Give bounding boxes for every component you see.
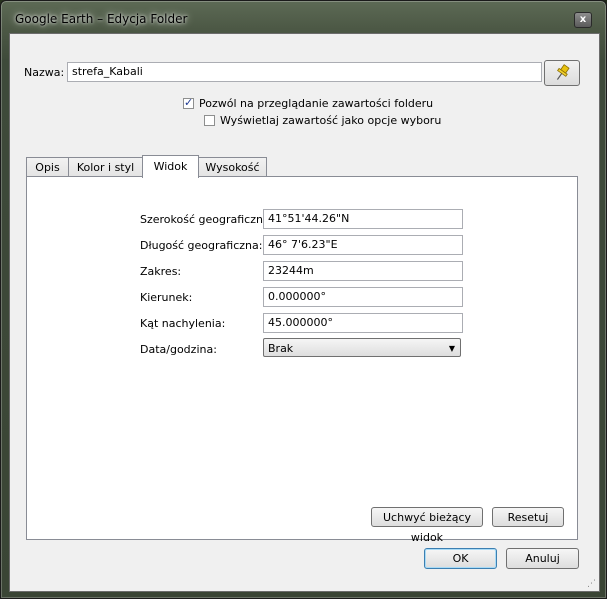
range-input[interactable]: 23244m — [263, 261, 463, 281]
close-button[interactable]: x — [574, 12, 592, 28]
allow-browse-checkbox[interactable] — [183, 96, 194, 109]
heading-label: Kierunek: — [140, 291, 193, 304]
datetime-label: Data/godzina: — [140, 343, 217, 356]
dialog-window: Google Earth – Edycja Folder x Nazwa: st… — [0, 0, 607, 599]
name-label: Nazwa: — [24, 66, 65, 79]
dialog-body: Nazwa: strefa_Kabali Pozwól na przegląda… — [9, 33, 600, 592]
show-as-options-option[interactable]: Wyświetlaj zawartość jako opcje wyboru — [204, 114, 441, 127]
cancel-button[interactable]: Anuluj — [506, 548, 579, 569]
tilt-label: Kąt nachylenia: — [140, 317, 226, 330]
tab-kolor-i-styl[interactable]: Kolor i styl — [68, 157, 143, 177]
window-title: Google Earth – Edycja Folder — [15, 12, 188, 26]
capture-current-view-button[interactable]: Uchwyć bieżący widok — [371, 507, 483, 544]
latitude-input[interactable]: 41°51'44.26"N — [263, 209, 463, 229]
datetime-select[interactable]: Brak ▼ — [263, 338, 461, 357]
longitude-input[interactable]: 46° 7'6.23"E — [263, 235, 463, 255]
range-label: Zakres: — [140, 265, 182, 278]
resize-grip-icon[interactable]: ⋰ — [587, 579, 597, 589]
datetime-value: Brak — [268, 342, 294, 355]
pushpin-button[interactable] — [544, 60, 580, 86]
view-tab-panel: Szerokość geograficzna: 41°51'44.26"N Dł… — [26, 176, 578, 544]
close-icon: x — [579, 14, 587, 25]
tab-wysokosc[interactable]: Wysokość — [198, 157, 267, 177]
title-bar[interactable]: Google Earth – Edycja Folder x — [1, 1, 606, 33]
longitude-label: Długość geograficzna: — [140, 239, 263, 252]
show-as-options-checkbox[interactable] — [204, 115, 215, 126]
allow-browse-option[interactable]: Pozwól na przeglądanie zawartości folder… — [183, 96, 434, 110]
tab-widok[interactable]: Widok — [142, 155, 199, 178]
reset-button[interactable]: Resetuj — [492, 507, 564, 527]
ok-button[interactable]: OK — [424, 548, 497, 569]
pushpin-icon — [556, 64, 570, 80]
allow-browse-label: Pozwól na przeglądanie zawartości folder… — [199, 97, 434, 110]
tab-opis[interactable]: Opis — [26, 157, 69, 177]
dropdown-arrow-icon: ▼ — [448, 344, 455, 353]
latitude-label: Szerokość geograficzna: — [140, 213, 274, 226]
tilt-input[interactable]: 45.000000° — [263, 313, 463, 333]
heading-input[interactable]: 0.000000° — [263, 287, 463, 307]
name-input[interactable]: strefa_Kabali — [67, 62, 542, 82]
show-as-options-label: Wyświetlaj zawartość jako opcje wyboru — [220, 114, 442, 127]
